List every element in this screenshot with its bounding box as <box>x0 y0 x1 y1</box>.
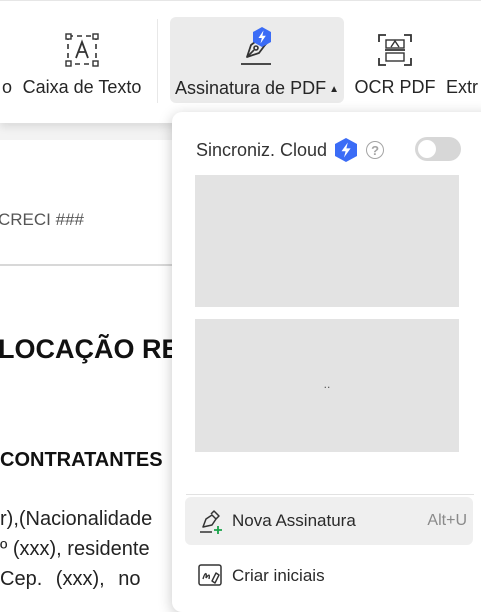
caixa-de-texto-label: Caixa de Texto <box>22 77 142 97</box>
caret-up-icon: ▲ <box>329 84 339 95</box>
ocr-scan-icon <box>377 33 413 72</box>
cloud-sync-label: Sincroniz. Cloud <box>196 139 328 160</box>
doc-body-line-2: º (xxx), residente <box>0 538 150 560</box>
extract-tool-label: Extr <box>446 77 479 97</box>
doc-body-line-3: Cep. (xxx), no <box>0 568 141 590</box>
signature-slot-1[interactable] <box>195 175 459 307</box>
menu-separator <box>186 494 474 495</box>
signature-slot-2-text: .. <box>323 377 331 391</box>
doc-contratantes-heading: CONTRATANTES <box>0 449 163 471</box>
signature-slot-2[interactable]: .. <box>195 319 459 452</box>
help-icon[interactable]: ? <box>366 141 385 159</box>
doc-body-line-1: r),(Nacionalidade <box>0 508 153 530</box>
initials-icon <box>197 562 225 590</box>
toolbar-divider <box>157 19 158 103</box>
ocr-pdf-button[interactable]: OCR PDF <box>352 11 438 103</box>
ai-lightning-badge-icon <box>253 27 271 47</box>
doc-heading: LOCAÇÃO RES <box>0 334 198 364</box>
signature-dropdown-menu: Sincroniz. Cloud ? .. Nova Assinatura Al… <box>172 112 481 612</box>
cloud-sync-toggle[interactable] <box>415 137 461 161</box>
ocr-pdf-label: OCR PDF <box>354 77 436 97</box>
assinatura-de-pdf-label: Assinatura de PDF ▲ <box>175 78 339 98</box>
nova-assinatura-label: Nova Assinatura <box>232 511 356 530</box>
caixa-de-texto-button[interactable]: Caixa de Texto <box>18 11 146 103</box>
nova-assinatura-shortcut: Alt+U <box>427 512 467 529</box>
criar-iniciais-menu-item[interactable]: Criar iniciais <box>185 552 473 600</box>
text-box-icon <box>65 33 99 72</box>
pen-plus-icon <box>197 507 225 535</box>
criar-iniciais-label: Criar iniciais <box>232 566 325 585</box>
assinatura-de-pdf-button[interactable]: Assinatura de PDF ▲ <box>170 17 344 103</box>
previous-tool-label: o <box>1 77 12 97</box>
extract-tool-button[interactable]: Extr <box>446 11 481 103</box>
toggle-knob <box>418 140 436 158</box>
doc-creci-text: CRECI ### <box>0 210 84 229</box>
previous-tool-button[interactable]: o <box>0 11 12 103</box>
nova-assinatura-menu-item[interactable]: Nova Assinatura Alt+U <box>185 497 473 545</box>
ai-lightning-badge-icon <box>335 138 358 162</box>
doc-horizontal-rule <box>0 264 190 266</box>
cloud-sync-row: Sincroniz. Cloud ? <box>196 138 385 162</box>
ribbon-toolbar: o Caixa de Texto Assinatura de PDF ▲ OCR… <box>0 0 481 123</box>
